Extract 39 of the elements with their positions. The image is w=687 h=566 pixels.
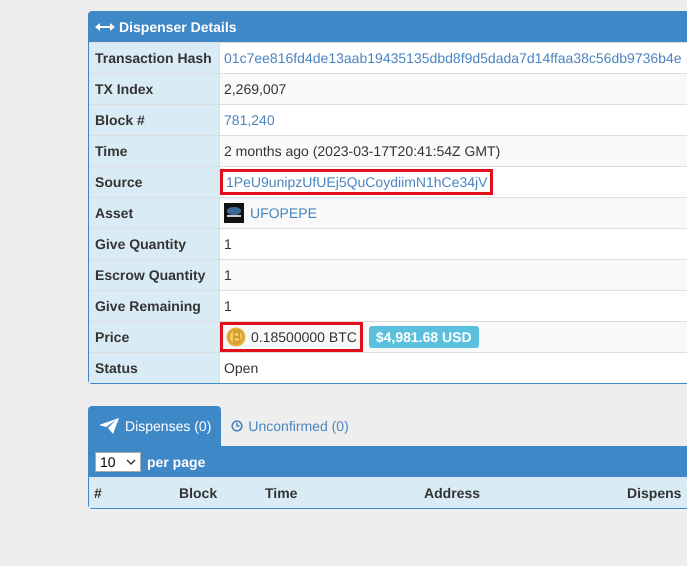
tab[interactable]: Dispenses (0) [88,406,222,446]
field-label: Time [89,136,220,166]
column-header: # [94,484,103,500]
field-label: Asset [89,198,220,228]
value-text: 2 months ago (2023-03-17T20:41:54Z GMT) [224,143,500,159]
value-text: 1 [224,267,232,283]
price-text: 0.18500000 BTC [251,329,357,345]
field-label: Block # [89,105,220,135]
value-text: 2,269,007 [224,81,286,97]
field-label: Escrow Quantity [89,260,220,290]
per-page-label: per page [147,454,206,470]
column-header: Dispens [627,484,682,500]
tab[interactable]: Unconfirmed (0) [221,406,359,446]
value-link[interactable]: 781,240 [224,112,275,128]
field-label: Source [89,167,220,197]
column-header: Time [265,484,298,500]
usd-badge: $4,981.68 USD [368,326,479,348]
value-link[interactable]: 1PeU9unipzUfUEj5QuCoydiimN1hCe34jV [226,174,488,190]
value-text: 1 [224,236,232,252]
caret-icon [126,458,136,464]
clock-icon [231,420,244,432]
field-label: Transaction Hash [89,43,220,73]
field-label: Give Quantity [89,229,220,259]
value-text: Open [224,360,258,376]
paper-plane-icon [98,417,120,435]
field-label: Price [89,322,220,352]
asset-icon [224,203,244,223]
column-header: Address [424,484,482,500]
value-text: 1 [224,298,232,314]
panel-title: Dispenser Details [119,19,236,35]
asset-link[interactable]: UFOPEPE [250,205,317,221]
field-label: Status [89,353,220,383]
field-label: TX Index [89,74,220,104]
field-label: Give Remaining [89,291,220,321]
value-link[interactable]: 01c7ee816fd4de13aab19435135dbd8f9d5dada7d14ffaa38c56db9736b4e [224,50,682,66]
page-size-select[interactable]: 10 [95,452,141,472]
column-header: Block [179,484,218,500]
coin-icon [226,327,246,347]
double-arrow-icon [95,22,115,32]
